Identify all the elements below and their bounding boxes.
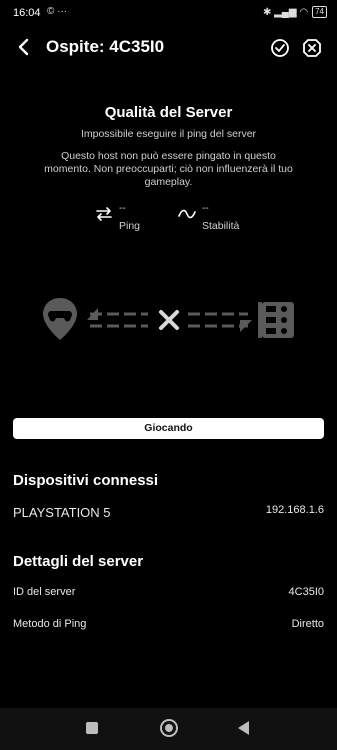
- swap-arrows-icon: [96, 207, 112, 221]
- ping-method-value: Diretto: [291, 618, 324, 630]
- stability-metric: -- Stabilità: [178, 203, 258, 237]
- location-controller-icon: [43, 298, 77, 340]
- back-triangle-icon[interactable]: [238, 721, 249, 735]
- stability-value: --: [202, 203, 209, 214]
- ping-label: Ping: [119, 220, 141, 232]
- dashed-arrow-left: [87, 308, 148, 328]
- connected-devices-title: Dispositivi connessi: [13, 472, 159, 489]
- disconnected-x-icon: [159, 310, 179, 330]
- ping-value: --: [119, 203, 126, 214]
- device-name: PLAYSTATION 5: [13, 505, 111, 520]
- system-nav-bar: [0, 708, 337, 750]
- server-icon: [258, 302, 294, 338]
- ping-method-label: Metodo di Ping: [13, 618, 87, 630]
- server-id-value: 4C35I0: [288, 586, 324, 598]
- home-icon[interactable]: [160, 719, 178, 737]
- status-left-icons: © ···: [47, 6, 68, 17]
- status-right-glyphs: ✱ ▂▄▆ ◠: [262, 6, 309, 18]
- stability-label: Stabilità: [202, 220, 240, 232]
- server-details-title: Dettagli del server: [13, 553, 144, 570]
- server-id-label: ID del server: [13, 586, 76, 598]
- battery-icon: 74: [312, 6, 327, 18]
- status-time: 16:04: [13, 7, 41, 19]
- connection-diagram: [43, 298, 294, 340]
- ping-error-text: Impossibile eseguire il ping del server: [80, 128, 257, 140]
- status-bar: 16:04 © ··· ✱ ▂▄▆ ◠ 74: [0, 0, 337, 26]
- wave-icon: [178, 209, 196, 219]
- check-circle-icon[interactable]: [270, 38, 290, 58]
- recents-icon[interactable]: [86, 722, 98, 734]
- ping-note-text: Questo host non può essere pingato in qu…: [44, 150, 293, 188]
- top-bar: Ospite: 4C35I0: [0, 30, 337, 66]
- dashed-arrow-right: [188, 312, 252, 332]
- back-arrow-icon[interactable]: [14, 36, 34, 58]
- close-octagon-icon[interactable]: [302, 38, 322, 58]
- device-ip: 192.168.1.6: [265, 504, 324, 516]
- status-right-icons: ✱ ▂▄▆ ◠ 74: [263, 6, 327, 18]
- page-title: Ospite: 4C35I0: [46, 37, 165, 56]
- ping-metric: -- Ping: [95, 203, 165, 237]
- server-quality-title: Qualità del Server: [104, 104, 233, 121]
- playing-status-button[interactable]: Giocando: [13, 418, 324, 439]
